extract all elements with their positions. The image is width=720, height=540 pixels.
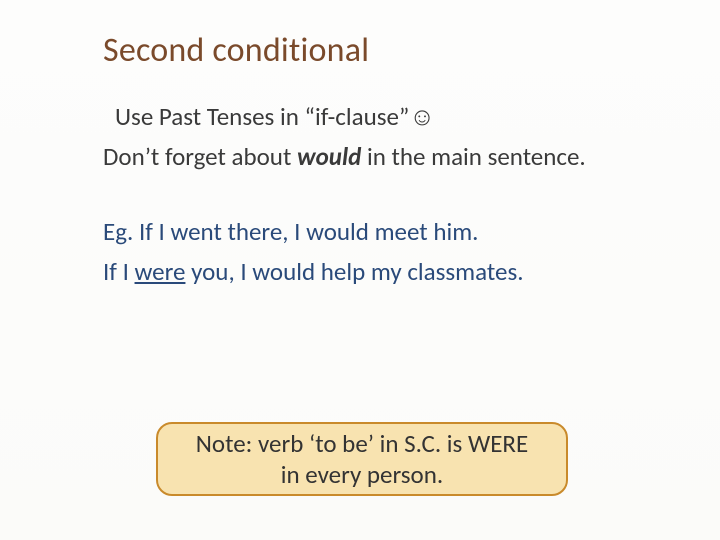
line1-text: Use Past Tenses in “if-clause” <box>115 101 409 132</box>
line2-before: Don’t forget about <box>103 141 297 172</box>
slide-title: Second conditional <box>103 30 665 71</box>
example2-before: If I <box>103 256 135 287</box>
example2-were-underline: were <box>135 256 186 287</box>
body-line-2: Don’t forget about would in the main sen… <box>103 139 665 175</box>
line2-after: in the main sentence. <box>361 141 585 172</box>
example2-after: you, I would help my classmates. <box>185 256 523 287</box>
smiley-icon: ☺ <box>409 101 435 132</box>
note-line-2: in every person. <box>196 459 528 490</box>
example-2: If I were you, I would help my classmate… <box>103 254 665 290</box>
note-line-1: Note: verb ‘to be’ in S.C. is WERE <box>196 428 528 459</box>
line2-emphasis-would: would <box>297 141 361 172</box>
spacer <box>103 180 665 214</box>
note-text: Note: verb ‘to be’ in S.C. is WERE in ev… <box>196 428 528 491</box>
slide-body: Use Past Tenses in “if-clause”☺ Don’t fo… <box>103 99 665 290</box>
slide: Second conditional Use Past Tenses in “i… <box>0 0 720 540</box>
example-1: Eg. If I went there, I would meet him. <box>103 214 665 250</box>
note-callout: Note: verb ‘to be’ in S.C. is WERE in ev… <box>156 422 568 496</box>
body-line-1: Use Past Tenses in “if-clause”☺ <box>115 99 665 135</box>
